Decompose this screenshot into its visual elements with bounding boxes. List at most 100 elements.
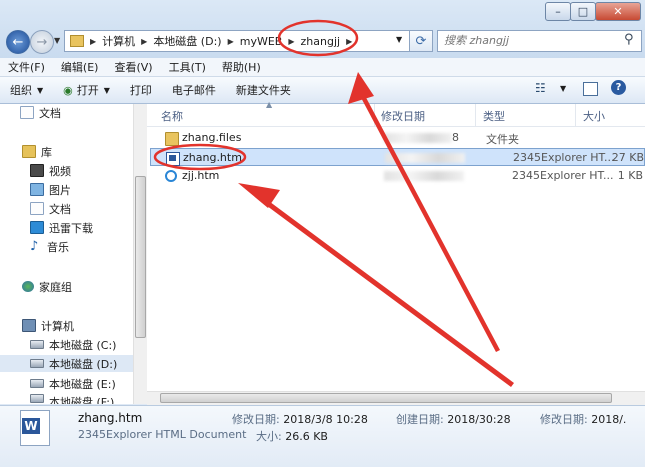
details-filetype: 2345Explorer HTML Document	[78, 428, 247, 441]
forward-button[interactable]: →	[30, 30, 54, 54]
breadcrumb-computer[interactable]: 计算机	[99, 33, 138, 49]
nav-label: 本地磁盘 (D:)	[49, 357, 118, 371]
drive-icon	[30, 379, 44, 388]
minimize-icon: –	[555, 5, 561, 18]
details-created: 创建日期: 2018/30:28	[396, 411, 511, 427]
minimize-button[interactable]: –	[545, 2, 571, 21]
video-icon	[30, 164, 44, 177]
nav-label: 计算机	[41, 319, 74, 333]
sort-ascending-icon: ▲	[266, 100, 273, 109]
nav-item-drive-c[interactable]: 本地磁盘 (C:)	[30, 336, 116, 353]
open-button[interactable]: ◉ 打开 ▼	[53, 82, 120, 98]
recent-pages-dropdown[interactable]: ▼	[54, 36, 60, 45]
column-size[interactable]: 大小	[583, 108, 605, 124]
menu-view[interactable]: 查看(V)	[106, 59, 160, 75]
nav-label: 音乐	[47, 240, 69, 254]
address-bar[interactable]: ▶ 计算机 ▶ 本地磁盘 (D:) ▶ myWEB ▶ zhangjj ▶	[64, 30, 411, 52]
menu-help[interactable]: 帮助(H)	[214, 59, 269, 75]
breadcrumb-myweb[interactable]: myWEB	[237, 35, 286, 48]
column-divider[interactable]	[374, 104, 375, 126]
word-document-icon	[166, 152, 180, 166]
breadcrumb-drive-d[interactable]: 本地磁盘 (D:)	[150, 33, 224, 49]
nav-item-drive-f[interactable]: 本地磁盘 (F:)	[30, 394, 114, 404]
back-button[interactable]: ←	[6, 30, 30, 54]
chevron-right-icon[interactable]: ▶	[285, 37, 297, 46]
nav-item-documents-top[interactable]: 文档	[20, 104, 61, 121]
nav-item-downloads[interactable]: 迅雷下载	[30, 219, 93, 236]
label: 创建日期:	[396, 413, 444, 426]
chevron-right-icon[interactable]: ▶	[87, 37, 99, 46]
nav-item-pictures[interactable]: 图片	[30, 181, 71, 198]
html-file-icon	[165, 170, 177, 182]
column-type[interactable]: 类型	[483, 108, 505, 124]
column-name[interactable]: 名称	[161, 108, 183, 124]
menu-edit[interactable]: 编辑(E)	[53, 59, 107, 75]
navigation-pane: 文档 库 视频 图片 文档 迅雷下载 ♪ 音乐 家庭组 计算机 本地磁盘 (C:)…	[0, 104, 147, 404]
email-button[interactable]: 电子邮件	[162, 82, 226, 98]
menu-bar: 文件(F) 编辑(E) 查看(V) 工具(T) 帮助(H)	[0, 58, 645, 77]
print-button[interactable]: 打印	[120, 82, 162, 98]
chevron-right-icon[interactable]: ▶	[138, 37, 150, 46]
file-name: zhang.htm	[183, 151, 242, 164]
nav-item-library[interactable]: 库	[22, 143, 52, 160]
table-row[interactable]: zhang.files 8 文件夹	[150, 129, 645, 147]
nav-label: 本地磁盘 (F:)	[49, 396, 115, 404]
nav-item-homegroup[interactable]: 家庭组	[22, 278, 72, 295]
homegroup-icon	[22, 281, 34, 292]
organize-button[interactable]: 组织 ▼	[0, 82, 53, 98]
redacted-date	[385, 153, 465, 163]
search-input[interactable]	[438, 31, 619, 49]
label: 修改日期:	[232, 413, 280, 426]
new-folder-button[interactable]: 新建文件夹	[226, 82, 301, 98]
menu-tools[interactable]: 工具(T)	[161, 59, 214, 75]
value: 2018/30:28	[447, 413, 511, 426]
table-row[interactable]: zjj.htm 2345Explorer HT... 1 KB	[150, 167, 645, 185]
download-icon	[30, 221, 44, 234]
column-date[interactable]: 修改日期	[381, 108, 425, 124]
forward-arrow-icon: →	[36, 34, 48, 50]
table-row[interactable]: zhang.htm 2345Explorer HT... 27 KB	[150, 148, 645, 166]
music-note-icon: ♪	[30, 239, 39, 254]
chevron-right-icon[interactable]: ▶	[225, 37, 237, 46]
maximize-button[interactable]: □	[570, 2, 596, 21]
chevron-right-icon[interactable]: ▶	[343, 37, 355, 46]
menu-file[interactable]: 文件(F)	[0, 59, 53, 75]
breadcrumb-zhangjj[interactable]: zhangjj	[298, 35, 344, 48]
column-divider[interactable]	[575, 104, 576, 126]
document-icon	[30, 202, 44, 215]
help-icon[interactable]: ?	[611, 80, 626, 95]
drive-icon	[30, 394, 44, 403]
change-view-icon[interactable]: ☷	[535, 81, 546, 95]
nav-item-drive-e[interactable]: 本地磁盘 (E:)	[30, 375, 116, 392]
nav-item-computer[interactable]: 计算机	[22, 317, 74, 334]
nav-item-music[interactable]: ♪ 音乐	[30, 238, 69, 255]
nav-label: 视频	[49, 164, 71, 178]
close-button[interactable]: ✕	[595, 2, 641, 21]
refresh-button[interactable]: ⟳	[409, 30, 433, 52]
chevron-down-icon: ▼	[37, 85, 44, 95]
document-icon	[20, 106, 34, 119]
column-header-row: 名称 修改日期 类型 大小	[147, 104, 645, 127]
file-date: 8	[452, 131, 459, 144]
address-history-dropdown[interactable]: ▼	[396, 35, 402, 44]
nav-item-drive-d[interactable]: 本地磁盘 (D:)	[0, 355, 133, 372]
nav-label: 家庭组	[39, 280, 72, 294]
nav-scrollbar-thumb[interactable]	[135, 176, 146, 338]
preview-pane-icon[interactable]	[583, 82, 598, 96]
nav-item-videos[interactable]: 视频	[30, 162, 71, 179]
drive-icon	[30, 359, 44, 368]
nav-label: 文档	[49, 202, 71, 216]
nav-label: 库	[41, 145, 52, 159]
word-logo-icon: W	[22, 418, 40, 434]
search-box[interactable]	[437, 30, 642, 52]
file-size: 27 KB	[611, 151, 644, 164]
search-icon[interactable]: ⚲	[624, 32, 634, 47]
nav-label: 文档	[39, 106, 61, 120]
column-divider[interactable]	[475, 104, 476, 126]
horizontal-scrollbar-thumb[interactable]	[160, 393, 612, 403]
nav-item-documents[interactable]: 文档	[30, 200, 71, 217]
view-options-dropdown[interactable]: ▼	[560, 84, 566, 93]
details-size: 大小: 26.6 KB	[256, 428, 328, 444]
command-bar: 组织 ▼ ◉ 打开 ▼ 打印 电子邮件 新建文件夹	[0, 77, 645, 104]
redacted-date	[384, 133, 452, 143]
